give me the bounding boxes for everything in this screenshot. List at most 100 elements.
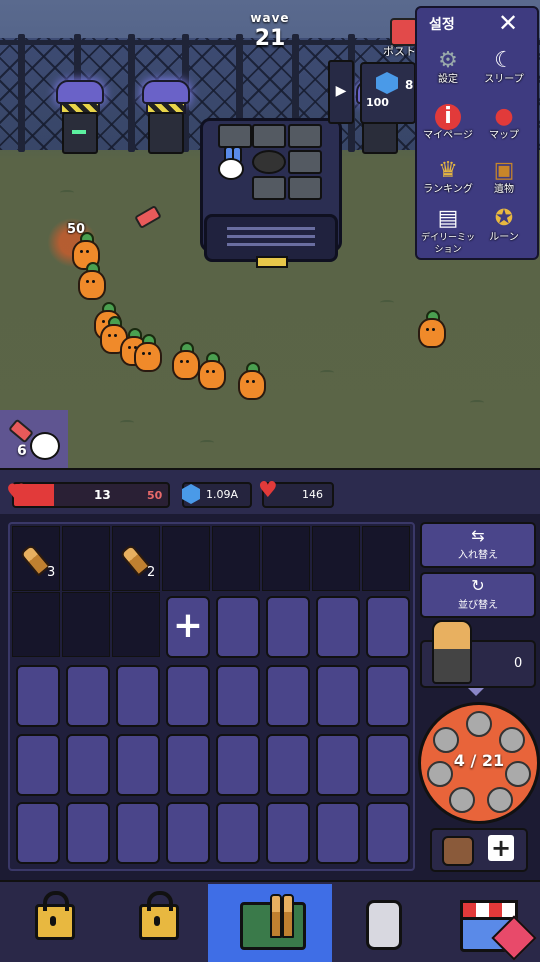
menu-item-daily-mission[interactable]: ▤ デイリーミッション <box>419 206 477 261</box>
ammo-count: 0 <box>514 656 523 671</box>
inventory-slot[interactable] <box>266 596 310 658</box>
player-count: 6 <box>17 443 27 459</box>
inventory-slot[interactable] <box>366 596 410 658</box>
tab-dog-tags[interactable] <box>332 884 436 962</box>
inventory-slot[interactable] <box>166 802 210 864</box>
chamber <box>433 727 459 753</box>
expand-arrow-button[interactable]: ▶ <box>328 60 354 124</box>
tab-locked-2[interactable] <box>104 884 208 962</box>
inventory-slot[interactable] <box>216 734 260 796</box>
hp-bar: 13 50 <box>12 482 170 508</box>
inventory-slot[interactable] <box>316 802 360 864</box>
menu-item-label: スリープ <box>484 74 524 85</box>
add-slot-button[interactable]: + <box>166 596 210 658</box>
sort-button[interactable]: ↻ 並び替え <box>420 572 536 618</box>
inventory-slot[interactable] <box>16 665 60 727</box>
inventory-cell[interactable] <box>312 526 360 591</box>
menu-item-label: 遺物 <box>494 184 514 195</box>
grass-tuft <box>320 370 334 375</box>
gem-reward-box[interactable]: 100 <box>360 62 416 124</box>
inventory-slot[interactable] <box>16 734 60 796</box>
inventory-cell[interactable] <box>112 592 160 657</box>
mailbox-icon[interactable] <box>390 18 418 46</box>
hp-max: 50 <box>147 489 163 502</box>
dogtag-icon <box>366 900 402 950</box>
revolver-cylinder[interactable]: 4 / 21 <box>418 702 540 824</box>
inventory-slot[interactable] <box>266 665 310 727</box>
turret <box>56 80 104 154</box>
inventory-cell[interactable] <box>362 526 410 591</box>
menu-item-map[interactable]: ● マップ <box>475 104 533 159</box>
menu-item-mypage[interactable]: i マイページ <box>419 104 477 159</box>
inventory-slot[interactable] <box>116 734 160 796</box>
grass-tuft <box>470 400 484 405</box>
fence-post <box>128 34 135 152</box>
inventory-slot[interactable] <box>216 665 260 727</box>
inventory-cell[interactable] <box>62 526 110 591</box>
backpack-button[interactable]: + <box>430 828 528 872</box>
add-bag-button[interactable]: + <box>488 835 514 861</box>
heart-icon: ♥ <box>6 479 28 507</box>
inventory-slot[interactable] <box>66 734 110 796</box>
menu-item-ranking[interactable]: ♛ ランキング <box>419 158 477 213</box>
inventory-slot[interactable] <box>316 665 360 727</box>
inventory-slot[interactable] <box>166 734 210 796</box>
hp-current: 13 <box>94 488 111 502</box>
gem-counter: 1.09A <box>182 482 252 508</box>
backpack-icon <box>442 836 474 866</box>
inventory-slot[interactable] <box>316 596 360 658</box>
menu-item-sleep[interactable]: ☾ スリープ <box>475 48 533 103</box>
grass-tuft <box>120 420 134 425</box>
sleep-bunny-icon: ☾ <box>494 48 514 73</box>
ammo-storage[interactable]: 0 <box>420 620 536 688</box>
fence-post <box>18 34 25 152</box>
inventory-cell[interactable] <box>262 526 310 591</box>
inventory-slot[interactable] <box>316 734 360 796</box>
menu-item-settings[interactable]: ⚙ 設定 <box>419 48 477 103</box>
swap-button[interactable]: ⇆ 入れ替え <box>420 522 536 568</box>
inventory-slot[interactable] <box>366 802 410 864</box>
bunny-gunner <box>216 146 244 186</box>
inventory-cell[interactable]: 3 <box>12 526 60 591</box>
info-icon: i <box>435 104 461 130</box>
menu-item-label: マイページ <box>423 130 473 141</box>
inventory-cell[interactable] <box>162 526 210 591</box>
inventory-slot[interactable] <box>66 802 110 864</box>
inventory-cell[interactable] <box>212 526 260 591</box>
gear-icon: ⚙ <box>438 48 458 73</box>
inventory-slot[interactable] <box>216 802 260 864</box>
menu-item-label: デイリーミッション <box>420 233 475 255</box>
inventory-cell[interactable] <box>12 592 60 657</box>
inventory-slot[interactable] <box>216 596 260 658</box>
gem-icon <box>182 484 200 504</box>
carrot-enemy <box>196 352 226 390</box>
inventory-slot[interactable] <box>16 802 60 864</box>
inventory-slot[interactable] <box>66 665 110 727</box>
inventory-cell[interactable] <box>62 592 110 657</box>
battlefield: wave 21 50 6 ▶ 100 8 ポスト 설정 ✕ ⚙ 設定 ☾ スリー… <box>0 0 540 468</box>
inventory-slot[interactable] <box>366 734 410 796</box>
tab-bullets[interactable] <box>208 884 332 962</box>
player-unit-slot[interactable] <box>0 410 68 468</box>
map-pin-icon: ● <box>494 104 514 129</box>
gem-reward-value: 100 <box>366 96 389 109</box>
inventory-slot[interactable] <box>366 665 410 727</box>
inventory-grid: 3 2 + <box>8 522 415 871</box>
chamber <box>449 787 475 813</box>
tab-shop[interactable] <box>436 884 540 962</box>
turret <box>142 80 190 154</box>
menu-item-relics[interactable]: ▣ 遺物 <box>475 158 533 213</box>
inventory-slot[interactable] <box>266 802 310 864</box>
close-button[interactable]: ✕ <box>493 8 523 38</box>
gem-icon <box>376 72 398 94</box>
bullet-stack-icon <box>432 620 472 684</box>
inventory-slot[interactable] <box>116 802 160 864</box>
bullet-projectile <box>134 204 162 230</box>
inventory-cell[interactable]: 2 <box>112 526 160 591</box>
inventory-slot[interactable] <box>116 665 160 727</box>
tab-locked-1[interactable] <box>0 884 104 962</box>
bunny-avatar-icon <box>30 432 60 460</box>
inventory-slot[interactable] <box>266 734 310 796</box>
menu-item-runes[interactable]: ✪ ルーン <box>475 206 533 261</box>
inventory-slot[interactable] <box>166 665 210 727</box>
